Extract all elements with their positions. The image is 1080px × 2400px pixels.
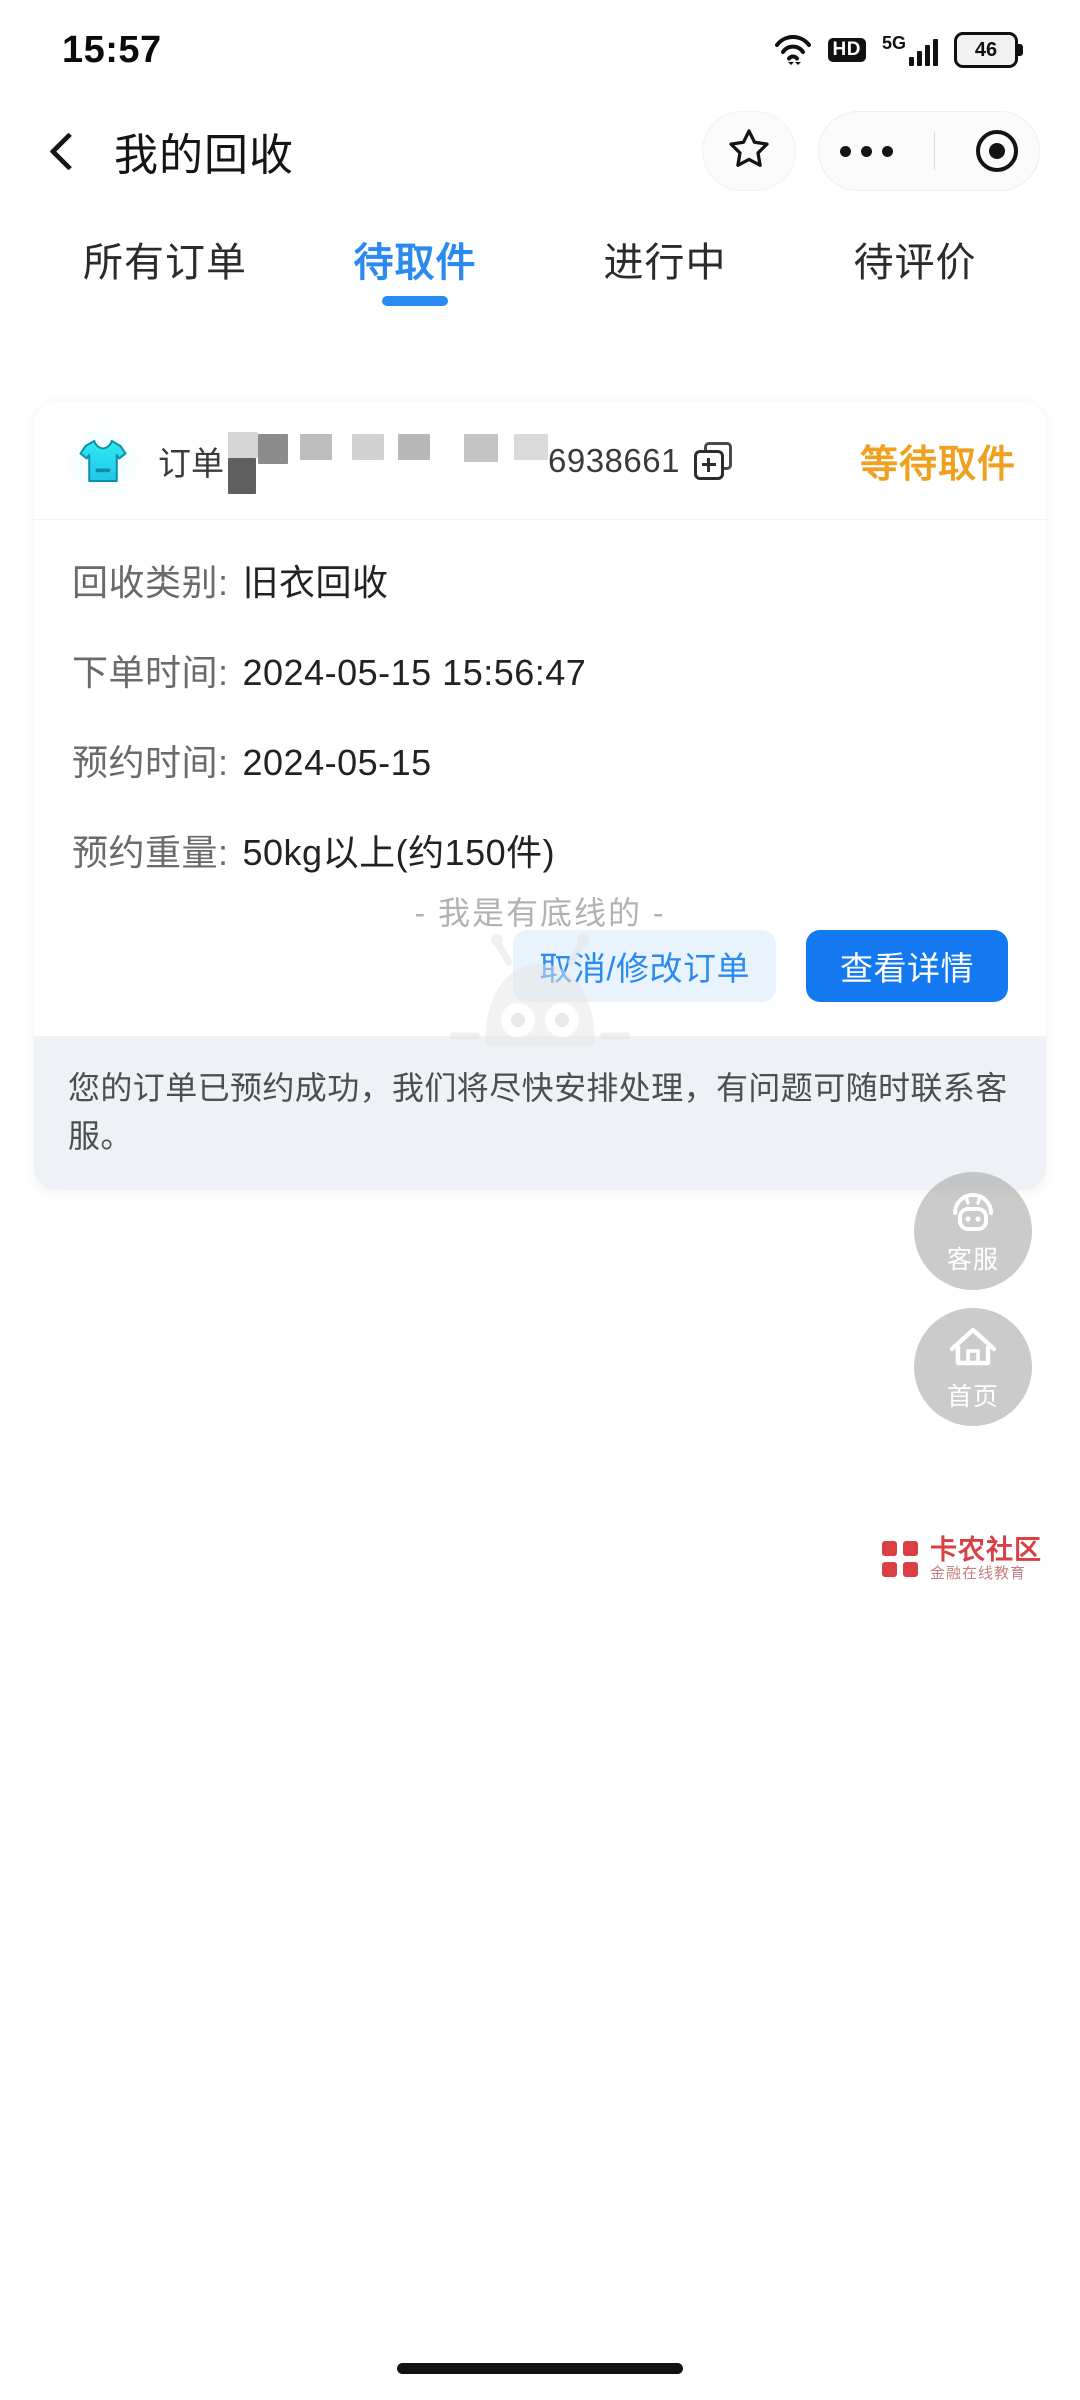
plus-glyph xyxy=(701,457,716,472)
home-label: 首页 xyxy=(946,1382,999,1411)
star-icon xyxy=(726,126,772,177)
order-status-tabs: 所有订单 待取件 进行中 待评价 xyxy=(0,206,1080,318)
detail-value: 2024-05-15 15:56:47 xyxy=(242,652,587,693)
detail-key: 下单时间: xyxy=(72,652,229,693)
status-bar-time: 15:57 xyxy=(62,28,162,71)
copy-icon[interactable] xyxy=(693,441,732,480)
status-bar: 15:57 HD 5G 46 xyxy=(0,0,1080,96)
signal-bars-icon xyxy=(909,38,938,66)
miniprogram-capsule[interactable] xyxy=(818,111,1040,191)
back-button[interactable] xyxy=(40,123,96,179)
copy-icon-front xyxy=(693,449,724,480)
favorite-button[interactable] xyxy=(702,111,796,191)
network-type-label: 5G xyxy=(881,33,906,53)
detail-key: 回收类别: xyxy=(72,562,229,603)
detail-value: 旧衣回收 xyxy=(242,562,389,603)
detail-key: 预约重量: xyxy=(72,832,229,873)
detail-key: 预约时间: xyxy=(72,742,229,783)
tab-awaiting-pickup[interactable]: 待取件 xyxy=(290,206,540,288)
order-status-badge: 等待取件 xyxy=(859,444,1016,486)
page-title: 我的回收 xyxy=(114,131,294,180)
detail-row-category: 回收类别: 旧衣回收 xyxy=(72,554,1008,606)
watermark-text: 卡农社区 金融在线教育 xyxy=(930,1535,1042,1582)
status-bar-icons: HD 5G 46 xyxy=(774,32,1023,68)
battery-icon: 46 xyxy=(954,32,1023,68)
watermark-subtitle: 金融在线教育 xyxy=(930,1564,1027,1582)
tab-all-orders[interactable]: 所有订单 xyxy=(40,206,290,288)
detail-row-appointment-time: 预约时间: 2024-05-15 xyxy=(72,734,1008,786)
back-chevron-icon xyxy=(48,131,88,171)
wifi-icon xyxy=(774,35,812,65)
tab-in-progress[interactable]: 进行中 xyxy=(540,206,790,288)
detail-value: 50kg以上(约150件) xyxy=(242,832,556,873)
customer-service-label: 客服 xyxy=(946,1245,999,1274)
detail-value: 2024-05-15 xyxy=(242,742,432,783)
detail-row-weight: 预约重量: 50kg以上(约150件) xyxy=(72,824,1008,876)
home-icon xyxy=(946,1322,1000,1375)
view-details-button[interactable]: 查看详情 xyxy=(806,930,1008,1002)
tab-pending-review[interactable]: 待评价 xyxy=(790,206,1040,288)
redacted-order-digits xyxy=(226,431,548,494)
app-screen: 15:57 HD 5G 46 我的回收 所有订单 待取件 进行中 待评价 订单 … xyxy=(0,0,1080,2400)
home-button[interactable]: 首页 xyxy=(914,1308,1032,1426)
watermark-title: 卡农社区 xyxy=(930,1535,1042,1565)
navigation-bar: 我的回收 xyxy=(0,96,1080,206)
headset-robot-icon xyxy=(946,1187,1000,1238)
cellular-signal-icon: 5G xyxy=(882,34,938,66)
customer-service-button[interactable]: 客服 xyxy=(914,1172,1032,1290)
order-details: 回收类别: 旧衣回收 下单时间: 2024-05-15 15:56:47 预约时… xyxy=(34,520,1046,924)
kanong-logo-icon xyxy=(880,1539,920,1579)
hd-icon: HD xyxy=(827,38,866,62)
order-number-value: 6938661 xyxy=(548,441,680,479)
order-card-header: 订单 6938661 等待取件 xyxy=(34,402,1046,520)
battery-level: 46 xyxy=(974,39,998,61)
watermark: 卡农社区 金融在线教育 xyxy=(880,1535,1042,1582)
home-indicator[interactable] xyxy=(397,2363,683,2374)
order-number-row[interactable]: 订单 6938661 等待取件 xyxy=(158,431,1016,494)
target-dot-icon[interactable] xyxy=(976,130,1019,172)
tshirt-icon xyxy=(64,421,142,500)
order-list: 订单 6938661 等待取件 回收类别: 旧衣回收 下单时间: 2024-05… xyxy=(0,340,1080,2400)
more-dots-icon[interactable] xyxy=(839,145,893,157)
detail-row-order-time: 下单时间: 2024-05-15 15:56:47 xyxy=(72,644,1008,696)
robot-mascot-icon xyxy=(425,928,655,1073)
order-number-label: 订单 xyxy=(158,444,224,482)
capsule-divider xyxy=(933,132,935,170)
